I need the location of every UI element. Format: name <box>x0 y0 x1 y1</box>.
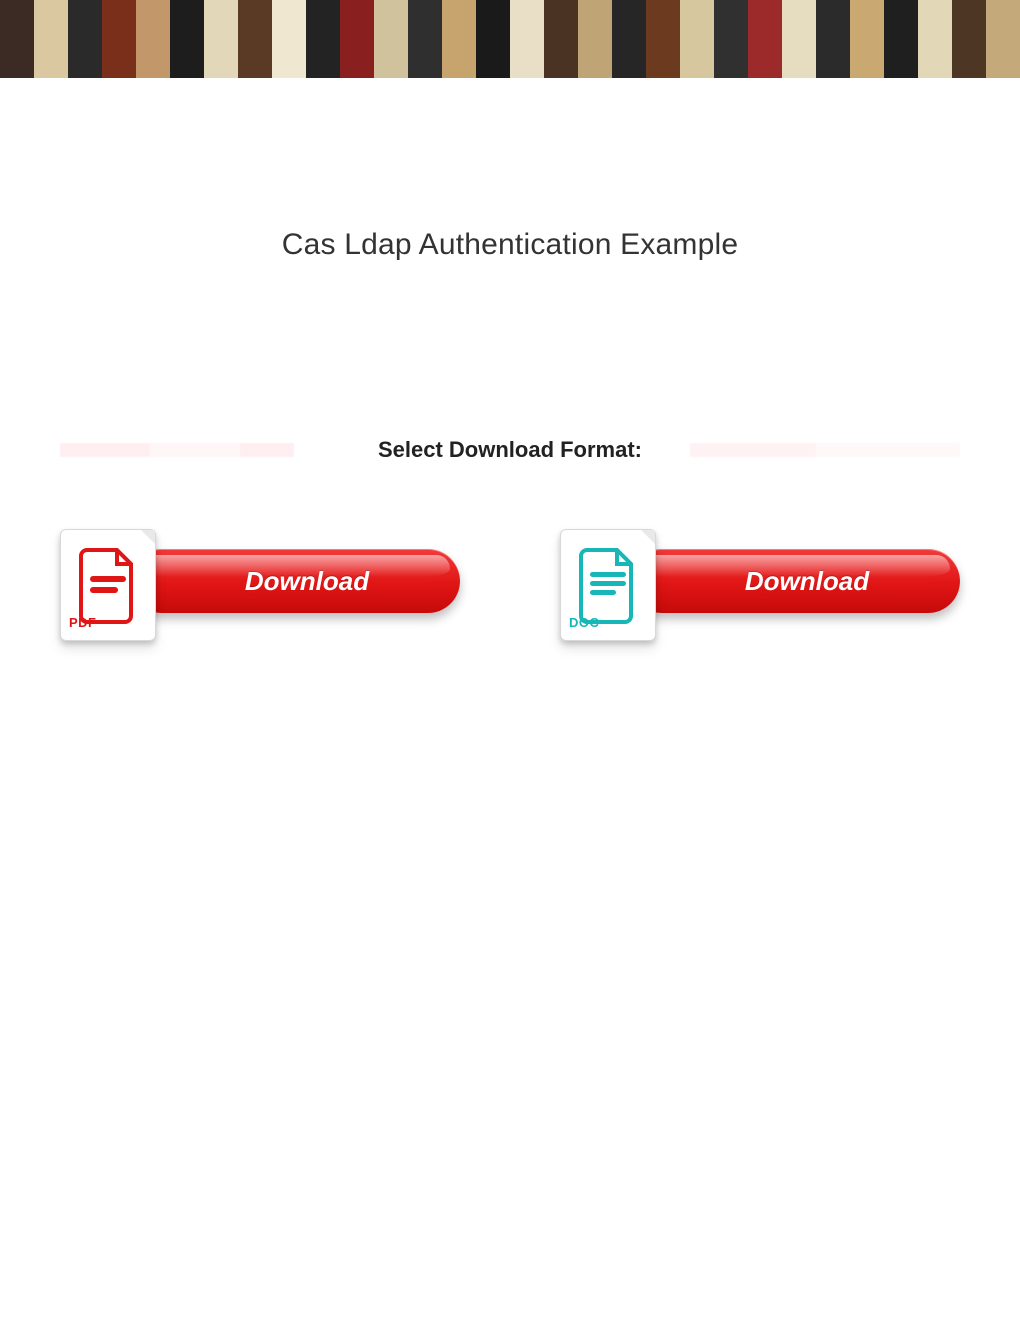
banner-tile <box>442 0 476 78</box>
banner-tile <box>714 0 748 78</box>
download-doc-button[interactable]: DOC Download <box>560 537 960 637</box>
banner-tile <box>884 0 918 78</box>
card-fold-icon <box>141 530 155 544</box>
banner-tile <box>952 0 986 78</box>
banner-tile <box>748 0 782 78</box>
banner-tile <box>510 0 544 78</box>
banner-tile <box>102 0 136 78</box>
banner-tile <box>204 0 238 78</box>
doc-file-icon: DOC <box>560 529 656 641</box>
banner-tile <box>476 0 510 78</box>
banner-strip <box>0 0 1020 78</box>
doc-icon <box>577 546 639 624</box>
doc-icon-label: DOC <box>569 615 599 630</box>
banner-tile <box>918 0 952 78</box>
pdf-file-icon: PDF <box>60 529 156 641</box>
banner-tile <box>986 0 1020 78</box>
banner-tile <box>646 0 680 78</box>
banner-tile <box>340 0 374 78</box>
banner-tile <box>374 0 408 78</box>
pdf-icon <box>77 546 139 624</box>
download-pill: Download <box>630 549 960 613</box>
download-pill: Download <box>130 549 460 613</box>
banner-tile <box>578 0 612 78</box>
select-format-row: Select Download Format: <box>0 437 1020 467</box>
banner-tile <box>408 0 442 78</box>
banner-tile <box>816 0 850 78</box>
banner-tile <box>612 0 646 78</box>
banner-tile <box>306 0 340 78</box>
download-doc-label: Download <box>721 566 869 597</box>
banner-tile <box>272 0 306 78</box>
banner-tile <box>680 0 714 78</box>
pdf-icon-label: PDF <box>69 615 97 630</box>
banner-tile <box>544 0 578 78</box>
banner-tile <box>68 0 102 78</box>
banner-tile <box>782 0 816 78</box>
download-pdf-button[interactable]: PDF Download <box>60 537 460 637</box>
banner-tile <box>136 0 170 78</box>
banner-tile <box>850 0 884 78</box>
banner-tile <box>238 0 272 78</box>
select-format-label: Select Download Format: <box>0 437 1020 463</box>
page-title: Cas Ldap Authentication Example <box>0 228 1020 262</box>
card-fold-icon <box>641 530 655 544</box>
banner-tile <box>34 0 68 78</box>
banner-tile <box>0 0 34 78</box>
banner-tile <box>170 0 204 78</box>
download-buttons-row: PDF Download DOC Download <box>60 537 960 637</box>
download-pdf-label: Download <box>221 566 369 597</box>
